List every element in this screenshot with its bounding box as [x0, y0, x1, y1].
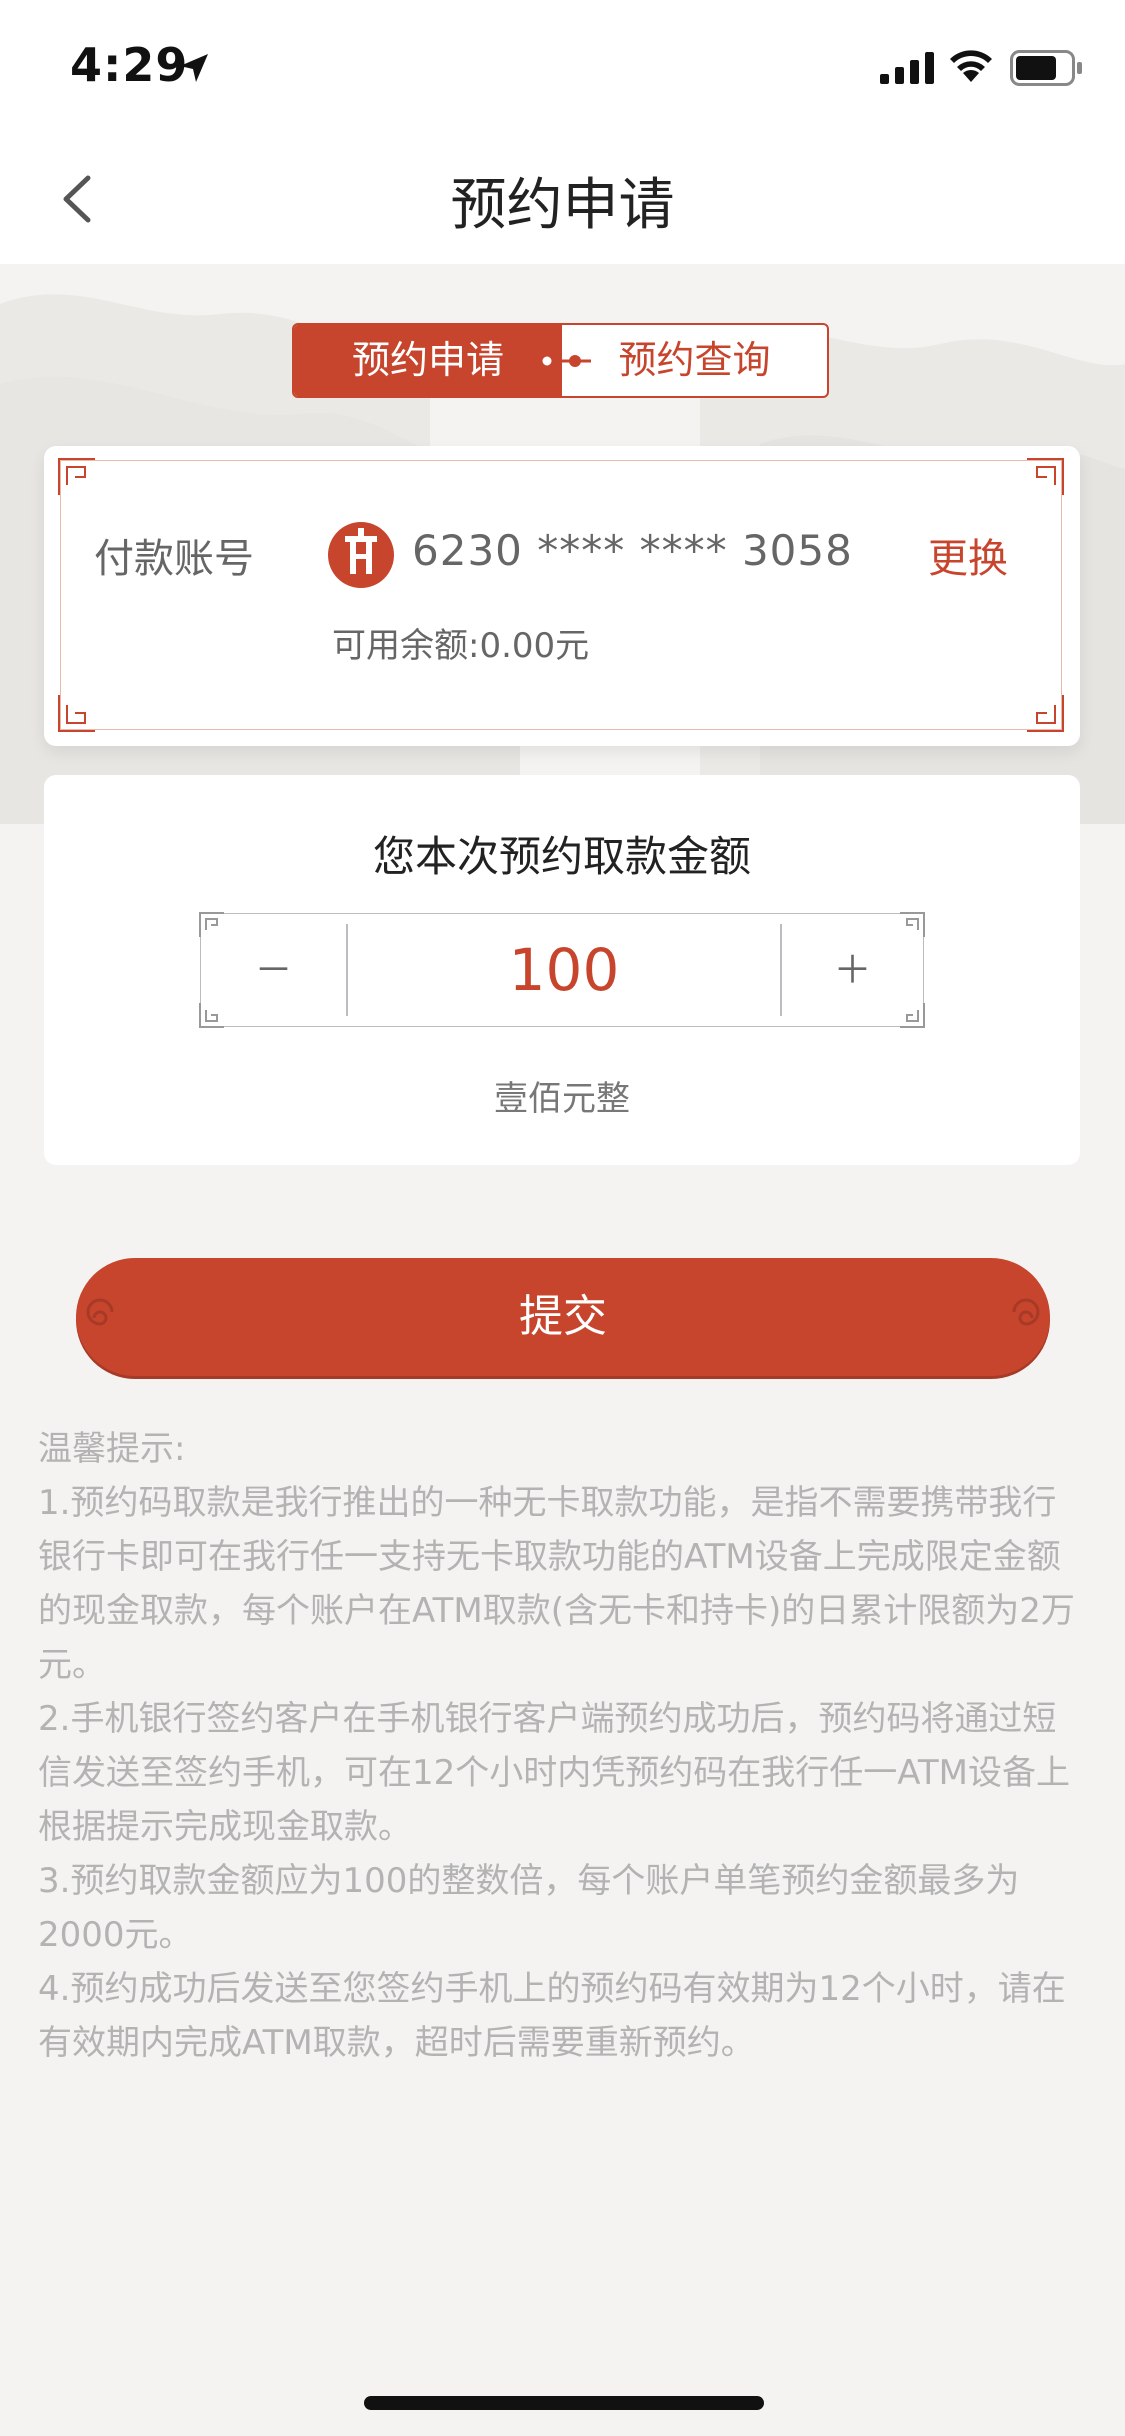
- tips-section: 温馨提示: 1.预约码取款是我行推出的一种无卡取款功能，是指不需要携带我行银行卡…: [38, 1422, 1088, 2070]
- increase-button[interactable]: ＋: [782, 914, 923, 1026]
- amount-title: 您本次预约取款金额: [372, 832, 751, 881]
- segmented-tabs: 预约申请 预约查询: [292, 323, 829, 398]
- amount-stepper: － 100 ＋: [199, 912, 925, 1028]
- amount-input[interactable]: 100: [348, 914, 780, 1026]
- change-account-button[interactable]: 更换: [928, 526, 1008, 584]
- knot-ornament-icon: [533, 353, 591, 369]
- wifi-icon: [950, 50, 992, 82]
- tab-query[interactable]: 预约查询: [562, 325, 827, 396]
- corner-ornament-icon: [1027, 458, 1064, 495]
- home-indicator: [364, 2396, 764, 2410]
- status-time: 4:29: [70, 38, 189, 92]
- amount-card: 您本次预约取款金额 － 100 ＋ 壹佰元整: [44, 775, 1080, 1165]
- bank-logo-icon: [328, 522, 394, 588]
- tip-item: 2.手机银行签约客户在手机银行客户端预约成功后，预约码将通过短信发送至签约手机，…: [38, 1699, 1070, 1847]
- submit-button[interactable]: 提交: [76, 1258, 1050, 1376]
- page-title: 预约申请: [450, 173, 675, 238]
- decrease-button[interactable]: －: [201, 914, 346, 1026]
- tab-apply[interactable]: 预约申请: [294, 325, 562, 396]
- account-number: 6230 **** **** 3058: [412, 526, 853, 575]
- decorative-frame: [58, 458, 1064, 732]
- tip-item: 3.预约取款金额应为100的整数倍，每个账户单笔预约金额最多为2000元。: [38, 1861, 1020, 1955]
- amount-in-words: 壹佰元整: [494, 1079, 630, 1119]
- corner-ornament-icon: [1027, 695, 1064, 732]
- corner-ornament-icon: [58, 458, 95, 495]
- account-card: 付款账号 6230 **** **** 3058 更换 可用余额:0.00元: [44, 446, 1080, 746]
- location-arrow-icon: [180, 54, 208, 82]
- account-label: 付款账号: [94, 536, 254, 582]
- tip-item: 1.预约码取款是我行推出的一种无卡取款功能，是指不需要携带我行银行卡即可在我行任…: [38, 1483, 1075, 1685]
- cellular-signal-icon: [880, 52, 934, 84]
- corner-ornament-icon: [58, 695, 95, 732]
- tips-title: 温馨提示:: [38, 1429, 186, 1469]
- available-balance: 可用余额:0.00元: [332, 626, 590, 666]
- battery-icon: [1010, 50, 1082, 86]
- tip-item: 4.预约成功后发送至您签约手机上的预约码有效期为12个小时，请在有效期内完成AT…: [38, 1969, 1066, 2063]
- submit-label: 提交: [519, 1291, 607, 1342]
